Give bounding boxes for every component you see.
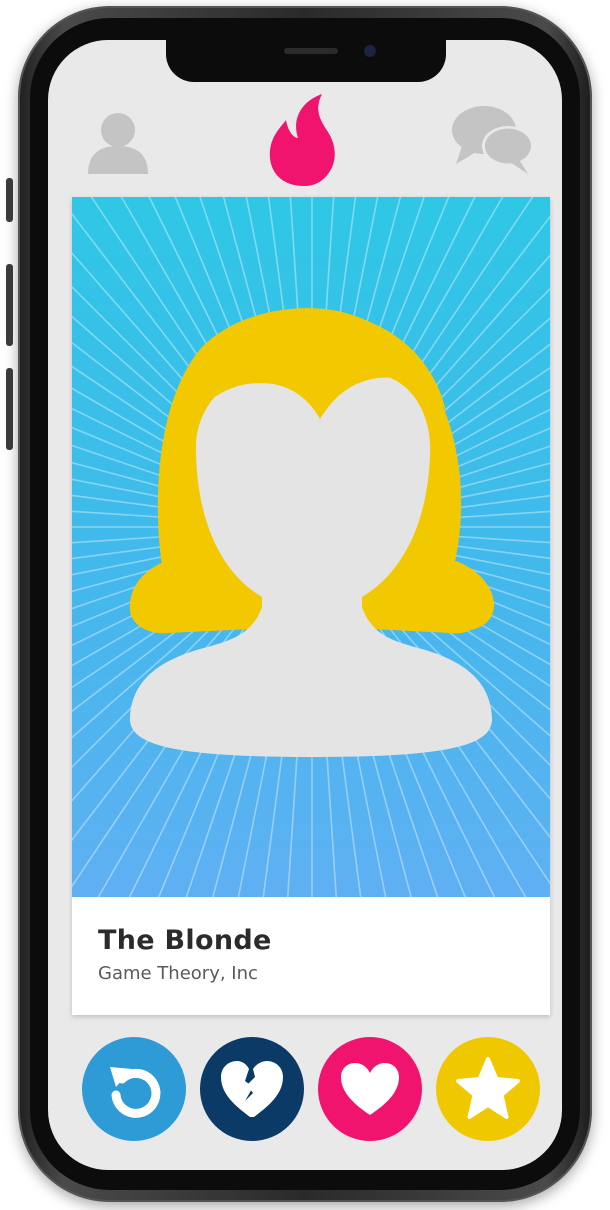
flame-icon [269, 94, 335, 186]
notch [166, 40, 446, 82]
profile-card[interactable]: The Blonde Game Theory, Inc [72, 197, 550, 1015]
star-icon [456, 1057, 520, 1119]
front-camera [364, 45, 376, 57]
heart-icon [341, 1063, 399, 1115]
app-logo-button[interactable] [266, 90, 342, 190]
profile-button[interactable] [82, 106, 154, 178]
messages-button[interactable] [448, 100, 538, 178]
rewind-icon [110, 1067, 161, 1118]
chat-bubbles-icon [452, 106, 534, 174]
profile-subtitle: Game Theory, Inc [98, 963, 258, 984]
speaker [284, 48, 338, 54]
silent-switch [6, 178, 13, 222]
profile-photo [72, 197, 550, 897]
app-screen: The Blonde Game Theory, Inc [48, 40, 562, 1170]
profile-name: The Blonde [98, 925, 272, 956]
like-button[interactable] [318, 1037, 422, 1141]
person-icon [88, 113, 148, 174]
volume-down-button [6, 368, 13, 450]
broken-heart-icon [221, 1061, 283, 1117]
superlike-button[interactable] [436, 1037, 540, 1141]
rewind-button[interactable] [82, 1037, 186, 1141]
volume-up-button [6, 264, 13, 346]
nope-button[interactable] [200, 1037, 304, 1141]
